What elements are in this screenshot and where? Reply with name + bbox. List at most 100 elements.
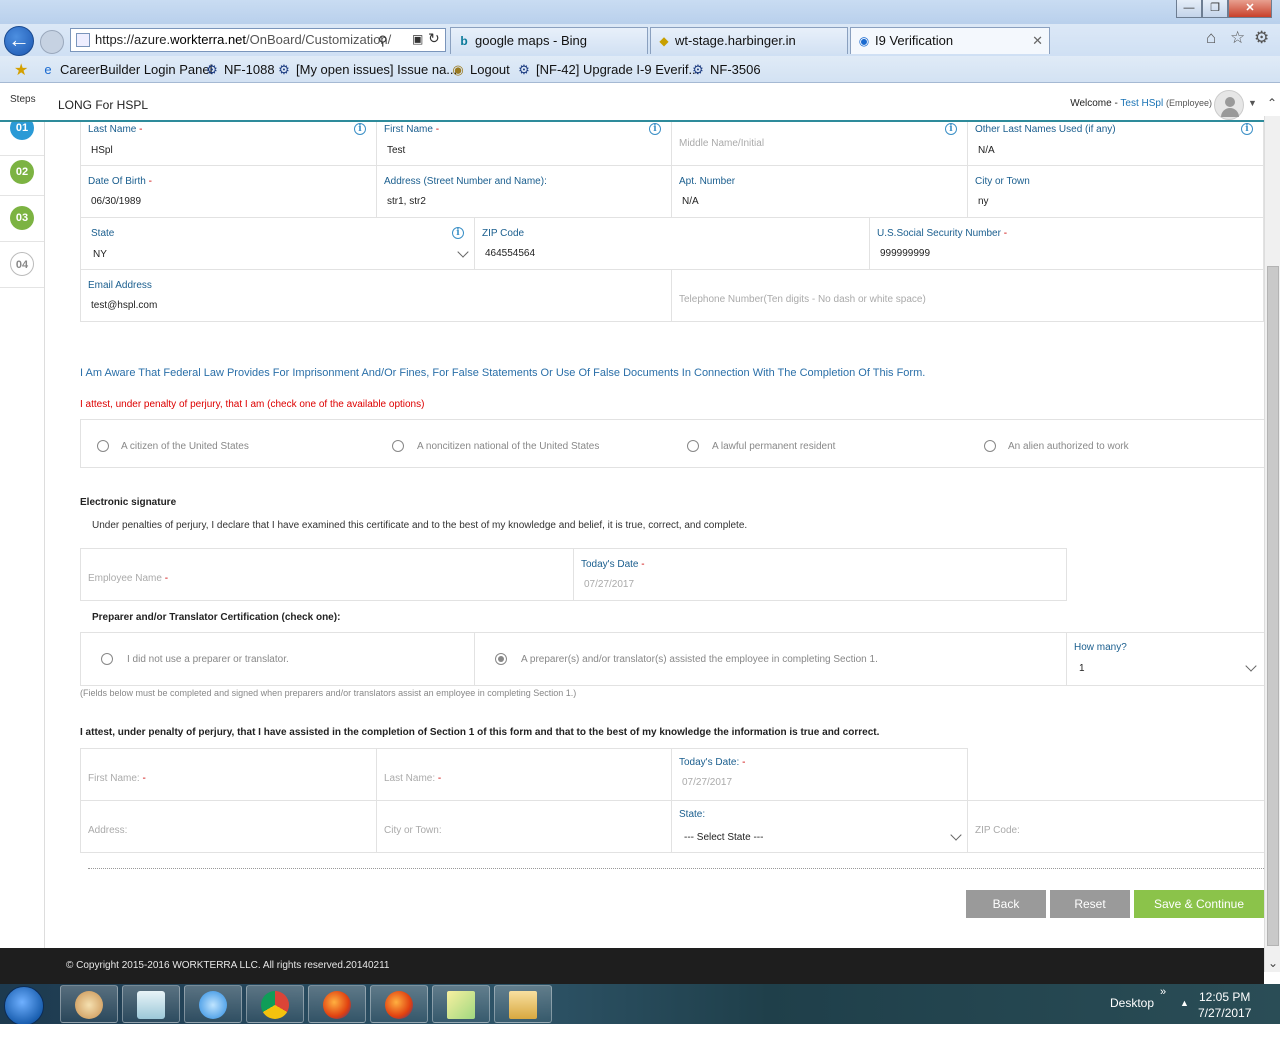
- tray-arrow-icon[interactable]: ▲: [1180, 998, 1189, 1008]
- taskbar-paint[interactable]: [60, 985, 118, 1023]
- last-name-field[interactable]: Last Name - i HSpl: [81, 122, 377, 166]
- close-window-button[interactable]: ✕: [1228, 0, 1272, 18]
- employee-name-field[interactable]: Employee Name -: [81, 549, 574, 600]
- dob-field[interactable]: Date Of Birth - 06/30/1989: [81, 166, 377, 218]
- taskbar-chrome[interactable]: [246, 985, 304, 1023]
- radio-preparer-assisted-label[interactable]: A preparer(s) and/or translator(s) assis…: [521, 654, 878, 665]
- apt-field[interactable]: Apt. Number N/A: [672, 166, 968, 218]
- taskbar-ie[interactable]: [184, 985, 242, 1023]
- step-number: 02: [10, 160, 34, 184]
- step-04[interactable]: 04: [0, 242, 44, 288]
- middle-name-field[interactable]: Middle Name/Initial i: [672, 122, 968, 166]
- scroll-down-icon[interactable]: ⌄: [1265, 956, 1280, 970]
- info-icon[interactable]: i: [945, 123, 957, 135]
- fav-careerbuilder[interactable]: e CareerBuilder Login Panel: [40, 60, 212, 80]
- radio-no-preparer-label[interactable]: I did not use a preparer or translator.: [127, 654, 289, 665]
- fav-nf-1088[interactable]: ⚙ NF-1088: [204, 60, 274, 80]
- system-clock[interactable]: 12:05 PM 7/27/2017: [1198, 989, 1251, 1021]
- avatar[interactable]: [1214, 90, 1244, 120]
- info-icon[interactable]: i: [649, 123, 661, 135]
- ie-page-icon: e: [44, 62, 52, 77]
- preparer-assisted-option[interactable]: A preparer(s) and/or translator(s) assis…: [475, 633, 1067, 685]
- prep-zip-field[interactable]: ZIP Code:: [968, 800, 1264, 853]
- radio-citizen-label[interactable]: A citizen of the United States: [121, 441, 249, 452]
- radio-preparer-assisted[interactable]: [495, 653, 507, 665]
- prep-last-name-field[interactable]: Last Name: -: [377, 749, 672, 801]
- first-name-field[interactable]: First Name - i Test: [377, 122, 672, 166]
- taskbar-firefox-1[interactable]: [308, 985, 366, 1023]
- scrollbar-thumb[interactable]: [1267, 266, 1279, 946]
- reset-button[interactable]: Reset: [1050, 890, 1130, 918]
- home-icon[interactable]: ⌂: [1206, 28, 1216, 48]
- tab-i9-verification[interactable]: ◉ I9 Verification ✕: [850, 27, 1050, 54]
- settings-gear-icon[interactable]: ⚙: [1254, 28, 1269, 48]
- zip-label: ZIP Code: [482, 228, 525, 239]
- back-arrow-icon[interactable]: ←: [4, 26, 34, 56]
- ie-page-icon: ◉: [858, 34, 870, 48]
- fav-logout[interactable]: ◉ Logout: [450, 60, 509, 80]
- close-tab-icon[interactable]: ✕: [1032, 28, 1043, 54]
- minimize-button[interactable]: —: [1176, 0, 1202, 18]
- windows-start-icon[interactable]: [4, 986, 44, 1026]
- forward-arrow-icon[interactable]: [40, 30, 64, 54]
- email-field[interactable]: Email Address test@hspl.com: [81, 270, 672, 322]
- other-names-field[interactable]: Other Last Names Used (if any) i N/A: [968, 122, 1264, 166]
- phone-field[interactable]: Telephone Number(Ten digits - No dash or…: [672, 270, 1264, 322]
- taskbar-sticky-notes[interactable]: [432, 985, 490, 1023]
- taskbar-notepad[interactable]: [122, 985, 180, 1023]
- chevron-down-icon[interactable]: ▼: [1248, 98, 1257, 108]
- info-icon[interactable]: i: [452, 227, 464, 239]
- scroll-up-icon[interactable]: ⌃: [1264, 96, 1280, 116]
- fav-nf-42[interactable]: ⚙ [NF-42] Upgrade I-9 Everif...: [516, 60, 699, 80]
- radio-permanent-resident-label[interactable]: A lawful permanent resident: [712, 441, 835, 452]
- radio-alien-authorized[interactable]: [984, 440, 996, 452]
- step-03[interactable]: 03: [0, 196, 44, 242]
- radio-no-preparer[interactable]: [101, 653, 113, 665]
- back-button[interactable]: Back: [966, 890, 1046, 918]
- steps-label: Steps: [10, 94, 36, 105]
- taskbar-firefox-2[interactable]: [370, 985, 428, 1023]
- firefox-icon: [385, 991, 413, 1019]
- todays-date-field[interactable]: Today's Date - 07/27/2017: [574, 549, 1066, 600]
- chevron-up-icon[interactable]: »: [1160, 986, 1166, 998]
- how-many-select[interactable]: How many? 1: [1067, 633, 1265, 685]
- favorites-star-icon[interactable]: ☆: [1230, 28, 1245, 48]
- step-02[interactable]: 02: [0, 150, 44, 196]
- radio-permanent-resident[interactable]: [687, 440, 699, 452]
- prep-date-field[interactable]: Today's Date: - 07/27/2017: [672, 749, 968, 801]
- chevron-down-icon: [457, 246, 469, 258]
- prep-city-field[interactable]: City or Town:: [377, 801, 672, 853]
- fav-open-issues[interactable]: ⚙ [My open issues] Issue na...: [276, 60, 457, 80]
- radio-noncitizen-national-label[interactable]: A noncitizen national of the United Stat…: [417, 441, 599, 452]
- refresh-icon[interactable]: ↻: [428, 30, 440, 47]
- ssn-field[interactable]: U.S.Social Security Number - 999999999: [870, 218, 1264, 270]
- taskbar-explorer[interactable]: [494, 985, 552, 1023]
- bottom-strip: [0, 1024, 1280, 1037]
- preparer-attest: I attest, under penalty of perjury, that…: [80, 727, 880, 738]
- maximize-button[interactable]: ❐: [1202, 0, 1228, 18]
- favorites-star-icon[interactable]: ★: [14, 60, 28, 80]
- address-value: str1, str2: [387, 196, 426, 207]
- fav-nf-3506[interactable]: ⚙ NF-3506: [690, 60, 760, 80]
- address-bar[interactable]: https://azure.workterra.net/OnBoard/Cust…: [70, 28, 446, 52]
- radio-alien-authorized-label[interactable]: An alien authorized to work: [1008, 441, 1129, 452]
- state-select[interactable]: State i NY: [81, 218, 475, 270]
- scrollbar[interactable]: ⌄: [1264, 116, 1280, 972]
- info-icon[interactable]: i: [354, 123, 366, 135]
- radio-citizen[interactable]: [97, 440, 109, 452]
- city-field[interactable]: City or Town ny: [968, 166, 1264, 218]
- tab-bing[interactable]: b google maps - Bing: [450, 27, 648, 54]
- info-icon[interactable]: i: [1241, 123, 1253, 135]
- tab-harbinger[interactable]: ◆ wt-stage.harbinger.in: [650, 27, 848, 54]
- desktop-toolbar-label[interactable]: Desktop: [1110, 996, 1154, 1010]
- prep-first-name-field[interactable]: First Name: -: [81, 749, 377, 801]
- save-continue-button[interactable]: Save & Continue: [1134, 890, 1264, 918]
- user-name[interactable]: Test HSpl: [1120, 98, 1163, 109]
- prep-state-select[interactable]: State: --- Select State ---: [672, 801, 968, 853]
- radio-noncitizen-national[interactable]: [392, 440, 404, 452]
- address-field[interactable]: Address (Street Number and Name): str1, …: [377, 166, 672, 218]
- search-icon[interactable]: ⚲: [378, 33, 388, 49]
- zip-field[interactable]: ZIP Code 464554564: [475, 218, 870, 270]
- no-preparer-option[interactable]: I did not use a preparer or translator.: [81, 633, 475, 685]
- prep-address-field[interactable]: Address:: [81, 801, 377, 853]
